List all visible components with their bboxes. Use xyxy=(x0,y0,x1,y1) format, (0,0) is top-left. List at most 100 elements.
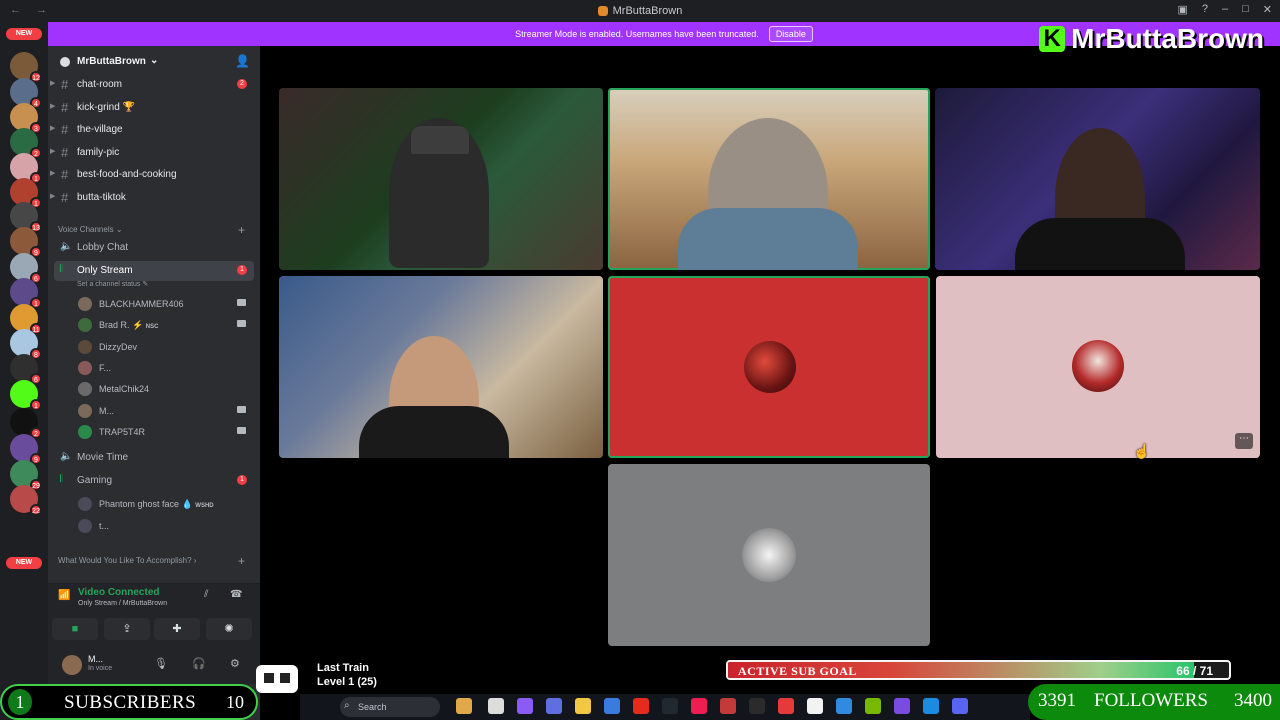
expand-arrow-icon[interactable]: ▶ xyxy=(50,147,55,155)
category-voice-channels[interactable]: Voice Channels ⌄ + xyxy=(58,223,245,237)
edge-icon[interactable] xyxy=(836,698,852,714)
server-icon[interactable]: 1 xyxy=(10,278,42,309)
voice-user[interactable]: Brad R. ⚡ NSC xyxy=(48,315,260,335)
voice-user[interactable]: BLACKHAMMER406 xyxy=(48,294,260,314)
avatar[interactable] xyxy=(62,655,82,675)
add-channel-icon[interactable]: + xyxy=(238,554,245,568)
voice-user[interactable]: DizzyDev xyxy=(48,337,260,357)
server-icon[interactable]: 2 xyxy=(10,408,42,439)
widget-icon[interactable] xyxy=(456,698,472,714)
server-icon[interactable]: 3 xyxy=(10,103,42,134)
text-channel[interactable]: ▶ # butta-tiktok xyxy=(48,188,260,208)
voice-user[interactable]: M... xyxy=(48,401,260,421)
teams-icon[interactable] xyxy=(546,698,562,714)
voice-channel-lobby-chat[interactable]: 🔈 Lobby Chat xyxy=(48,238,260,258)
server-icon[interactable]: 9 xyxy=(10,434,42,465)
taskbar-search[interactable]: ⌕ Search xyxy=(340,697,440,717)
obs-icon[interactable] xyxy=(749,698,765,714)
server-icon[interactable]: 29 xyxy=(10,460,42,491)
discord-icon[interactable] xyxy=(952,698,968,714)
voice-user[interactable]: F... xyxy=(48,358,260,378)
text-channel[interactable]: ▶ # family-pic xyxy=(48,143,260,163)
server-icon[interactable]: 1 xyxy=(10,153,42,184)
server-icon[interactable]: 8 xyxy=(10,329,42,360)
text-channel[interactable]: ▶ # best-food-and-cooking xyxy=(48,165,260,185)
headphones-icon[interactable]: 🎧 xyxy=(192,657,206,670)
voice-location[interactable]: Only Stream / MrButtaBrown xyxy=(78,600,167,607)
server-icon[interactable]: 22 xyxy=(10,485,42,516)
voice-channel-gaming[interactable]: 𝄃 Gaming 1 xyxy=(48,471,260,491)
store-icon[interactable] xyxy=(604,698,620,714)
close-icon[interactable]: ✕ xyxy=(1263,3,1272,16)
server-icon[interactable]: 12 xyxy=(10,52,42,83)
server-icon[interactable]: 13 xyxy=(10,202,42,233)
chrome-icon[interactable] xyxy=(923,698,939,714)
invite-people-icon[interactable]: 👤 xyxy=(235,54,250,68)
tile-avatar-red-car[interactable] xyxy=(608,276,930,458)
tile-webcam-headset-man[interactable] xyxy=(935,88,1260,270)
voice-channel-only-stream[interactable]: 𝄃 Only Stream 1 xyxy=(54,261,254,281)
tile-avatar-exist[interactable] xyxy=(608,464,930,646)
avatar xyxy=(78,424,92,439)
gear-icon[interactable]: ⚙ xyxy=(230,657,240,670)
maximize-icon[interactable]: □ xyxy=(1242,3,1249,16)
server-header[interactable]: MrButtaBrown ⌄ 👤 xyxy=(48,52,260,74)
expand-arrow-icon[interactable]: ▶ xyxy=(50,79,55,87)
help-icon[interactable]: ? xyxy=(1202,3,1208,16)
voice-user[interactable]: t... xyxy=(48,516,260,536)
nvidia-icon[interactable] xyxy=(865,698,881,714)
expand-arrow-icon[interactable]: ▶ xyxy=(50,124,55,132)
subscribers-label: SUBSCRIBERS xyxy=(64,692,197,713)
add-channel-icon[interactable]: + xyxy=(238,223,245,237)
voice-user[interactable]: Phantom ghost face 💧 WSHD xyxy=(48,494,260,514)
terminal-icon[interactable] xyxy=(662,698,678,714)
server-icon[interactable]: 9 xyxy=(10,227,42,258)
server-icon[interactable]: 6 xyxy=(10,253,42,284)
channel-status[interactable]: Set a channel status ✎ xyxy=(77,280,148,288)
text-channel[interactable]: ▶ # kick-grind 🏆 xyxy=(48,98,260,118)
app-icon[interactable] xyxy=(894,698,910,714)
server-icon[interactable]: 11 xyxy=(10,304,42,335)
signal-icon[interactable]: 📶 xyxy=(58,590,70,601)
text-channel[interactable]: ▶ # chat-room 2 xyxy=(48,75,260,95)
voice-connection-panel: 📶 Video Connected Only Stream / MrButtaB… xyxy=(48,583,260,648)
server-icon[interactable]: 6 xyxy=(10,354,42,385)
category-accomplish[interactable]: What Would You Like To Accomplish? › + xyxy=(58,554,245,568)
nav-arrows[interactable]: ← → xyxy=(10,4,53,16)
voice-user[interactable]: MetalChik24 xyxy=(48,379,260,399)
copilot-icon[interactable] xyxy=(517,698,533,714)
expand-arrow-icon[interactable]: ▶ xyxy=(50,192,55,200)
tile-avatar-foxy-redhead[interactable]: ⋯ xyxy=(936,276,1260,458)
disconnect-icon[interactable]: ☎ xyxy=(230,589,242,600)
text-channel[interactable]: ▶ # the-village xyxy=(48,120,260,140)
soundboard-button[interactable]: ✺ xyxy=(206,618,252,640)
app-icon[interactable] xyxy=(720,698,736,714)
server-icon[interactable]: 1 xyxy=(10,380,42,411)
task-view-icon[interactable] xyxy=(488,698,504,714)
expand-arrow-icon[interactable]: ▶ xyxy=(50,169,55,177)
tiktok-icon[interactable] xyxy=(691,698,707,714)
camera-button[interactable]: ■ xyxy=(52,618,98,640)
server-icon[interactable]: 4 xyxy=(10,78,42,109)
tile-webcam-young-man[interactable] xyxy=(279,276,603,458)
server-icon[interactable]: 2 xyxy=(10,128,42,159)
voice-user[interactable]: TRAP5T4R xyxy=(48,422,260,442)
app-icon[interactable] xyxy=(778,698,794,714)
tile-webcam-kick-hat[interactable] xyxy=(279,88,603,270)
activities-button[interactable]: ✚ xyxy=(154,618,200,640)
voice-connected-label[interactable]: Video Connected xyxy=(78,587,160,598)
more-options-icon[interactable]: ⋯ xyxy=(1235,433,1253,449)
minimize-icon[interactable]: – xyxy=(1222,3,1228,16)
expand-arrow-icon[interactable]: ▶ xyxy=(50,102,55,110)
screen-share-button[interactable]: ⇪ xyxy=(104,618,150,640)
song-title: Last Train xyxy=(317,662,369,674)
tile-webcam-bearded-man[interactable] xyxy=(608,88,930,270)
voice-channel-movie-time[interactable]: 🔈 Movie Time xyxy=(48,448,260,468)
youtube-icon[interactable] xyxy=(633,698,649,714)
capcut-icon[interactable] xyxy=(807,698,823,714)
disable-button[interactable]: Disable xyxy=(768,26,813,42)
noise-suppression-icon[interactable]: ⫽ xyxy=(204,589,208,600)
file-explorer-icon[interactable] xyxy=(575,698,591,714)
inbox-icon[interactable]: ▣ xyxy=(1177,3,1187,16)
microphone-icon[interactable]: 🎙 xyxy=(154,657,168,670)
